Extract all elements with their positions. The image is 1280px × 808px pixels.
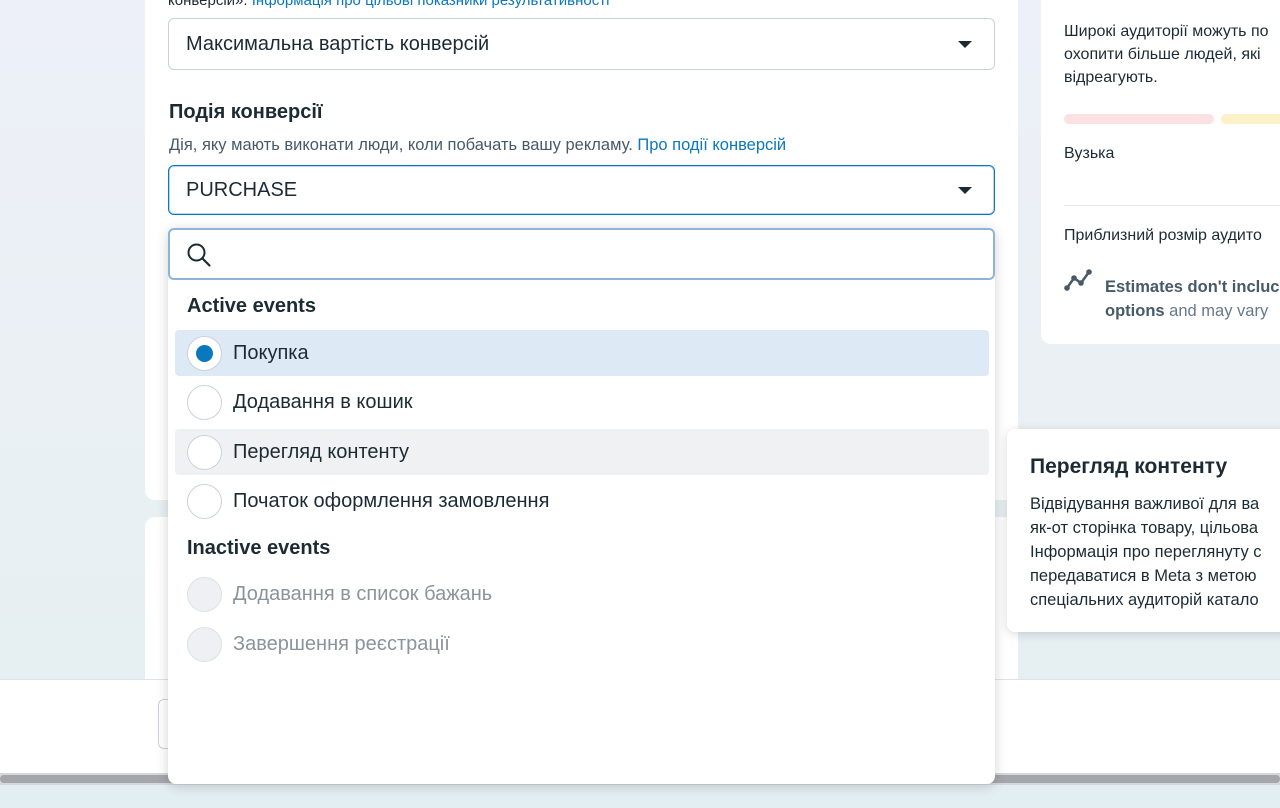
performance-goal-help: конверсій». Інформація про цільові показ… — [168, 0, 609, 9]
tooltip-line: Інформація про переглянуту с — [1030, 543, 1262, 561]
bid-strategy-select[interactable]: Максимальна вартість конверсій — [168, 18, 995, 70]
event-option-label: Перегляд контенту — [233, 440, 409, 463]
event-option-label: Завершення реєстрації — [233, 632, 450, 655]
event-option-label: Покупка — [233, 341, 309, 364]
conversion-event-description: Дія, яку мають виконати люди, коли побач… — [169, 136, 786, 155]
event-option-add-to-cart[interactable]: Додавання в кошик — [175, 379, 989, 425]
audience-definition-panel: Широкі аудиторії можуть по охопити більш… — [1041, 0, 1280, 344]
radio-checked[interactable] — [187, 335, 222, 371]
inactive-events-title: Inactive events — [187, 537, 331, 559]
active-events-title: Active events — [187, 295, 316, 317]
conversion-event-dropdown: Active events Покупка Додавання в кошик … — [168, 228, 995, 784]
event-option-label: Додавання в кошик — [233, 390, 413, 413]
event-description-tooltip: Перегляд контенту Відвідування важливої … — [1007, 429, 1280, 632]
search-icon — [187, 243, 211, 267]
conversion-event-desc-text: Дія, яку мають виконати люди, коли побач… — [169, 136, 633, 154]
estimated-audience-label: Приблизний розмір аудито — [1064, 227, 1262, 244]
radio-unchecked[interactable] — [187, 384, 222, 420]
estimate-note-line2: options and may vary — [1105, 302, 1269, 320]
tooltip-line: спеціальних аудиторій катало — [1030, 591, 1259, 609]
audience-text-line: відреагують. — [1064, 69, 1158, 86]
audience-text-line: Широкі аудиторії можуть по — [1064, 23, 1269, 40]
audience-meter-mid-segment — [1221, 114, 1280, 124]
divider — [1064, 205, 1280, 206]
tooltip-title: Перегляд контенту — [1030, 455, 1228, 478]
event-option-view-content[interactable]: Перегляд контенту — [175, 429, 989, 475]
tooltip-line: Відвідування важливої для ва — [1030, 495, 1260, 513]
help-text: конверсій». — [168, 0, 248, 9]
conversion-events-link[interactable]: Про події конверсій — [637, 136, 786, 154]
bid-strategy-value: Максимальна вартість конверсій — [186, 32, 490, 55]
radio-unchecked[interactable] — [187, 434, 222, 470]
tooltip-line: як-от сторінка товару, цільова — [1030, 519, 1259, 537]
radio-unchecked[interactable] — [187, 483, 222, 519]
estimate-note-line1: Estimates don't incluc — [1105, 278, 1280, 296]
event-option-initiate-checkout[interactable]: Початок оформлення замовлення — [175, 478, 989, 524]
narrow-label: Вузька — [1064, 145, 1115, 162]
event-option-add-to-wishlist: Додавання в список бажань — [175, 571, 989, 617]
event-search-input[interactable] — [168, 228, 995, 280]
caret-down-icon — [958, 187, 972, 194]
audience-text-line: охопити більше людей, які — [1064, 46, 1261, 63]
trend-chart-icon — [1064, 269, 1092, 291]
radio-disabled — [187, 576, 222, 612]
tooltip-line: передаватися в Meta з метою — [1030, 567, 1257, 585]
conversion-event-select[interactable]: PURCHASE — [168, 165, 995, 215]
conversion-event-value: PURCHASE — [186, 178, 298, 201]
audience-meter-narrow-segment — [1064, 114, 1214, 124]
event-option-label: Початок оформлення замовлення — [233, 489, 550, 512]
event-option-label: Додавання в список бажань — [233, 582, 493, 605]
performance-goal-link[interactable]: Інформація про цільові показники результ… — [252, 0, 610, 9]
event-option-purchase[interactable]: Покупка — [175, 330, 989, 376]
radio-disabled — [187, 626, 222, 662]
caret-down-icon — [958, 41, 972, 48]
conversion-event-title: Подія конверсії — [169, 101, 323, 123]
event-option-complete-registration: Завершення реєстрації — [175, 621, 989, 667]
